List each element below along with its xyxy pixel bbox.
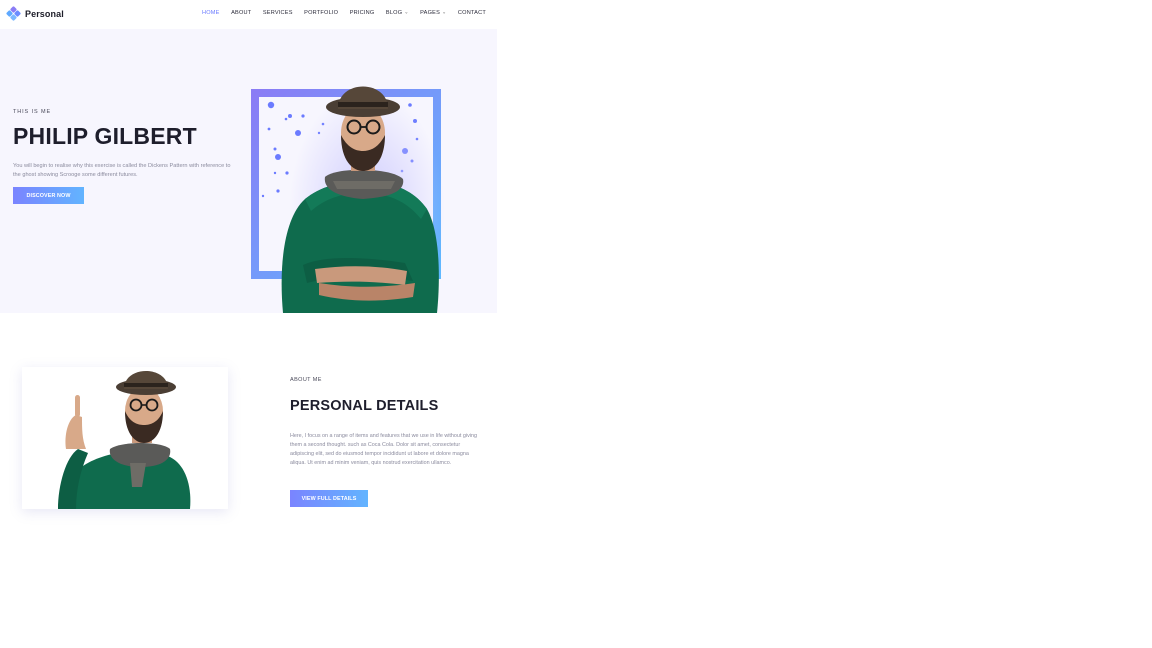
nav-item-pages[interactable]: PAGES ⌄ xyxy=(420,9,447,17)
nav-item-label: PORTFOLIO xyxy=(304,10,339,16)
hero-title: PHILIP GILBERT xyxy=(13,123,197,149)
discover-now-button[interactable]: DISCOVER NOW xyxy=(13,187,84,204)
main-nav: HOME ABOUT SERVICES PORTFOLIO PRICING BLOG ⌄ PA… xyxy=(202,9,497,17)
about-description: Here, I focus on a range of items and fe… xyxy=(290,433,477,466)
nav-item-pricing[interactable]: PRICING xyxy=(350,10,375,16)
about-photo-card xyxy=(22,367,228,509)
site-header: Personal HOME ABOUT SERVICES PORTFOLIO PRICI… xyxy=(0,0,497,29)
nav-item-label: PRICING xyxy=(349,10,375,16)
chevron-down-icon: ⌄ xyxy=(442,9,447,16)
hero-eyebrow: THIS IS ME xyxy=(13,109,52,115)
nav-item-contact[interactable]: CONTACT xyxy=(458,10,486,16)
about-portrait xyxy=(58,371,191,509)
nav-item-portfolio[interactable]: PORTFOLIO xyxy=(304,10,338,16)
nav-item-about[interactable]: ABOUT xyxy=(231,10,251,16)
hero-portrait xyxy=(251,86,445,313)
nav-item-label: PAGES xyxy=(420,10,441,16)
nav-item-services[interactable]: SERVICES xyxy=(263,10,293,16)
chevron-down-icon: ⌄ xyxy=(404,9,409,16)
about-title: PERSONAL DETAILS xyxy=(290,398,439,414)
hero-description: You will begin to realise why this exerc… xyxy=(13,163,231,178)
about-eyebrow: ABOUT ME xyxy=(290,377,322,383)
nav-item-label: HOME xyxy=(202,10,220,16)
website-frame: Personal HOME ABOUT SERVICES PORTFOLIO PRICI… xyxy=(0,0,497,648)
nav-item-label: ABOUT xyxy=(231,10,252,16)
page: Personal HOME ABOUT SERVICES PORTFOLIO PRICI… xyxy=(0,0,1152,648)
nav-item-label: SERVICES xyxy=(262,10,293,16)
view-full-details-button[interactable]: VIEW FULL DETAILS xyxy=(290,490,368,507)
nav-item-home[interactable]: HOME xyxy=(202,10,220,16)
logo[interactable]: Personal xyxy=(5,5,64,22)
diamond-cluster-icon xyxy=(5,5,22,22)
nav-item-label: CONTACT xyxy=(457,10,486,16)
nav-item-label: BLOG xyxy=(385,10,403,16)
nav-item-blog[interactable]: BLOG ⌄ xyxy=(385,9,409,17)
hero-section: THIS IS ME PHILIP GILBERT You will begin… xyxy=(0,29,497,313)
logo-text: Personal xyxy=(25,8,64,19)
